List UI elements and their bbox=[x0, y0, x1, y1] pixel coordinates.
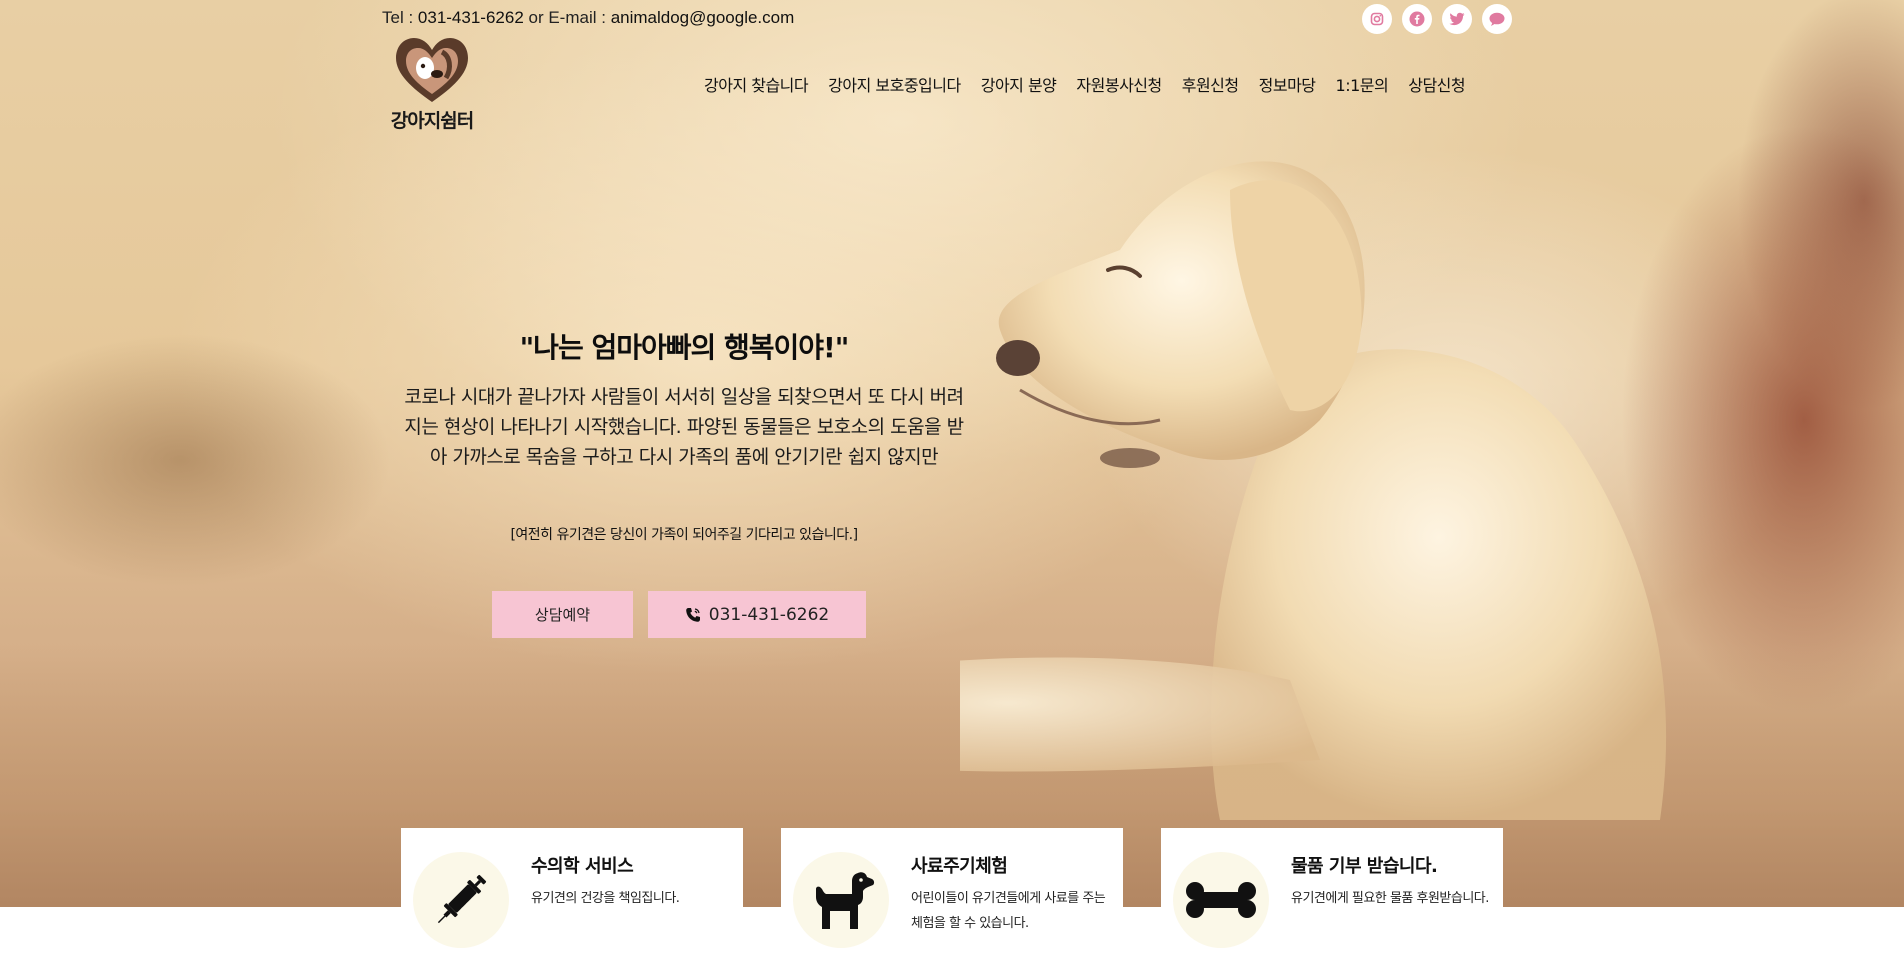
service-title: 물품 기부 받습니다. bbox=[1291, 856, 1438, 877]
service-text: 어린이들이 유기견들에게 사료를 주는 체험을 할 수 있습니다. bbox=[911, 891, 1106, 931]
bone-icon bbox=[1186, 882, 1256, 918]
service-icon-circle bbox=[793, 852, 889, 948]
syringe-icon bbox=[437, 874, 487, 924]
dog-icon bbox=[816, 872, 875, 929]
chat-icon[interactable] bbox=[1482, 4, 1512, 34]
contact-bar: Tel : 031-431-6262 or E-mail : animaldog… bbox=[382, 8, 794, 28]
service-text: 유기견의 건강을 책임집니다. bbox=[531, 891, 680, 906]
hero-subtext: [여전히 유기견은 당신이 가족이 되어주길 기다리고 있습니다.] bbox=[510, 527, 858, 543]
email-address[interactable]: animaldog@google.com bbox=[611, 8, 795, 27]
facebook-icon[interactable] bbox=[1402, 4, 1432, 34]
service-text: 유기견에게 필요한 물품 후원받습니다. bbox=[1291, 891, 1489, 906]
service-icon-circle bbox=[1173, 852, 1269, 948]
phone-button-label: 031-431-6262 bbox=[708, 604, 830, 625]
logo-name: 강아지쉼터 bbox=[390, 110, 474, 132]
service-title: 사료주기체험 bbox=[911, 856, 1008, 877]
reserve-button-label: 상담예약 bbox=[534, 606, 591, 624]
site-logo[interactable]: 강아지쉼터 bbox=[380, 34, 484, 132]
nav-item-consult[interactable]: 상담신청 bbox=[1408, 72, 1465, 96]
phone-icon bbox=[685, 607, 700, 622]
golden-retriever-image bbox=[960, 161, 1667, 820]
nav-item-protecting[interactable]: 강아지 보호중입니다 bbox=[828, 72, 961, 96]
nav-item-adoption[interactable]: 강아지 분양 bbox=[981, 72, 1057, 96]
hero-description: 코로나 시대가 끝나가자 사람들이 서서히 일상을 되찾으면서 또 다시 버려지… bbox=[404, 386, 964, 468]
email-label: or E-mail : bbox=[523, 8, 611, 27]
service-title: 수의학 서비스 bbox=[531, 856, 634, 877]
service-card-vet[interactable]: 수의학 서비스 유기견의 건강을 책임집니다. bbox=[401, 828, 743, 968]
social-links bbox=[1362, 4, 1512, 34]
hero-headline: "나는 엄마아빠의 행복이야!" bbox=[519, 331, 850, 364]
twitter-icon[interactable] bbox=[1442, 4, 1472, 34]
nav-item-info[interactable]: 정보마당 bbox=[1259, 72, 1316, 96]
nav-item-donation[interactable]: 후원신청 bbox=[1182, 72, 1239, 96]
main-nav: 강아지 찾습니다 강아지 보호중입니다 강아지 분양 자원봉사신청 후원신청 정… bbox=[704, 72, 1466, 96]
instagram-icon[interactable] bbox=[1362, 4, 1392, 34]
tel-label: Tel : bbox=[382, 8, 418, 27]
dog-heart-logo-icon bbox=[396, 38, 468, 102]
reserve-button[interactable]: 상담예약 bbox=[492, 591, 633, 638]
tel-number[interactable]: 031-431-6262 bbox=[418, 8, 524, 27]
nav-item-inquiry[interactable]: 1:1문의 bbox=[1336, 72, 1389, 96]
service-card-feeding[interactable]: 사료주기체험 어린이들이 유기견들에게 사료를 주는 체험을 할 수 있습니다. bbox=[781, 828, 1123, 968]
service-card-donation[interactable]: 물품 기부 받습니다. 유기견에게 필요한 물품 후원받습니다. bbox=[1161, 828, 1503, 968]
nav-item-find-dog[interactable]: 강아지 찾습니다 bbox=[704, 72, 809, 96]
nav-item-volunteer[interactable]: 자원봉사신청 bbox=[1076, 72, 1162, 96]
service-icon-circle bbox=[413, 852, 509, 948]
phone-button[interactable]: 031-431-6262 bbox=[648, 591, 866, 638]
